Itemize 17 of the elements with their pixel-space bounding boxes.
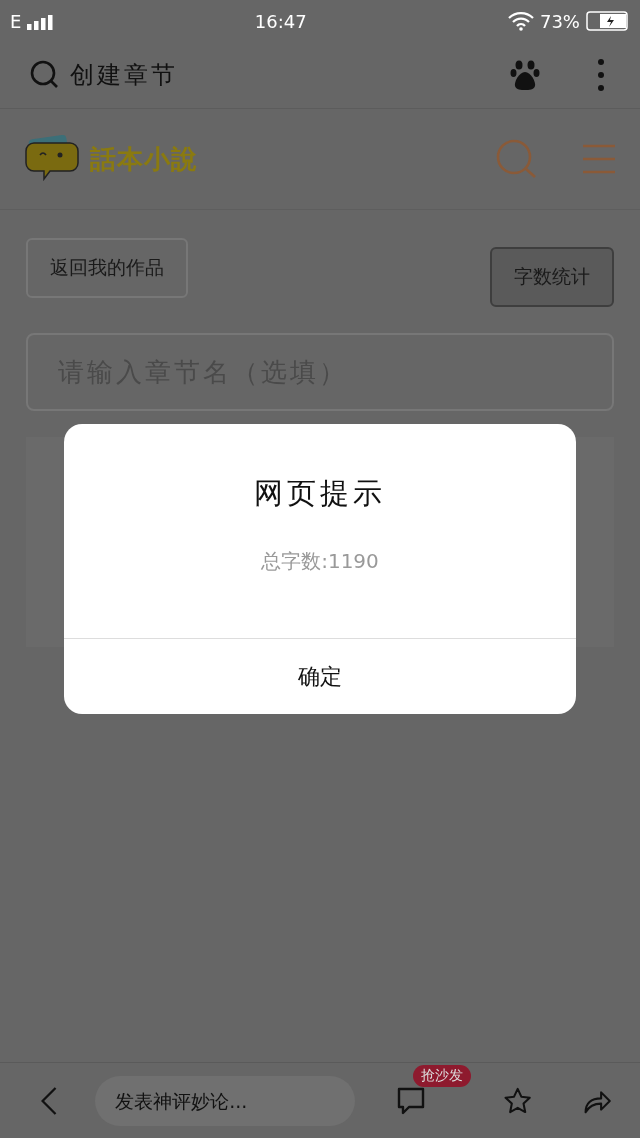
battery-icon bbox=[586, 11, 630, 31]
page-title: 创建章节 bbox=[70, 60, 179, 91]
confirm-button[interactable]: 确定 bbox=[64, 638, 576, 714]
logo-text: 話本小說 bbox=[90, 142, 199, 176]
signal-icon bbox=[27, 12, 54, 30]
wifi-icon bbox=[507, 11, 534, 31]
dialog-message: 总字数:1190 bbox=[261, 548, 379, 575]
dialog-title: 网页提示 bbox=[254, 475, 386, 512]
battery-percent: 73% bbox=[539, 10, 580, 32]
paw-icon[interactable] bbox=[510, 59, 540, 91]
search-icon[interactable] bbox=[30, 60, 60, 90]
network-type: E bbox=[10, 10, 22, 32]
word-count-button[interactable]: 字数统计 bbox=[490, 247, 614, 307]
comment-badge: 抢沙发 bbox=[413, 1064, 472, 1087]
back-to-works-button[interactable]: 返回我的作品 bbox=[26, 238, 188, 298]
clock: 16:47 bbox=[254, 10, 307, 32]
comment-field[interactable]: 发表神评妙论... bbox=[95, 1075, 356, 1126]
